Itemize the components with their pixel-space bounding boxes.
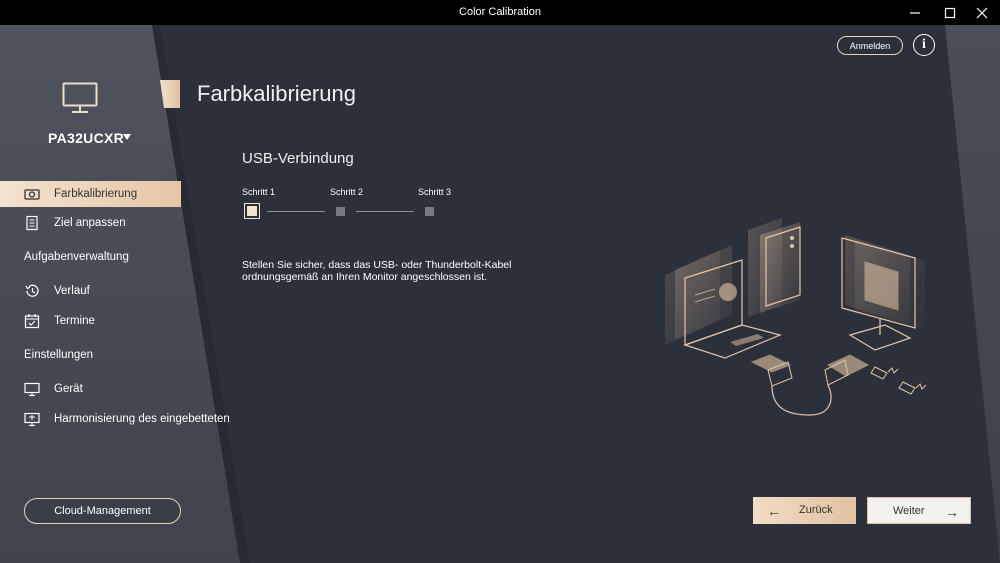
step-label-3: Schritt 3: [418, 187, 452, 197]
close-button[interactable]: [967, 0, 997, 25]
thunderbolt-connector-icon: [870, 366, 927, 395]
step-connector: [356, 211, 414, 212]
info-icon[interactable]: i: [913, 34, 935, 56]
maximize-button[interactable]: [935, 0, 965, 25]
sidebar-item-label: Ziel anpassen: [54, 217, 126, 229]
window-title: Color Calibration: [459, 6, 541, 18]
document-icon: [26, 215, 38, 231]
next-button[interactable]: Weiter →: [867, 497, 971, 524]
sidebar-item-farbkalibrierung[interactable]: Farbkalibrierung: [0, 181, 181, 207]
next-button-label: Weiter: [893, 505, 925, 517]
step-label-1: Schritt 1: [242, 187, 276, 197]
step-connector: [267, 211, 325, 212]
monitor-small-icon: [24, 382, 40, 397]
minimize-icon: [910, 11, 920, 14]
sidebar-item-ziel-anpassen[interactable]: Ziel anpassen: [0, 210, 230, 236]
section-title: USB-Verbindung: [242, 150, 354, 167]
maximize-icon: [944, 7, 956, 18]
minimize-button[interactable]: [900, 0, 930, 25]
step-indicator-2: [336, 207, 345, 216]
sidebar-item-label: Verlauf: [54, 285, 90, 297]
monitor-sync-icon: [24, 412, 40, 427]
step-indicator-1-active: [244, 203, 260, 219]
step-indicator-3: [425, 207, 434, 216]
sidebar-item-label: Gerät: [54, 383, 83, 395]
login-button[interactable]: Anmelden: [837, 36, 903, 55]
monitor-icon: [62, 82, 98, 113]
sidebar-item-verlauf[interactable]: Verlauf: [0, 278, 230, 304]
calendar-icon: [24, 314, 40, 329]
sidebar-item-termine[interactable]: Termine: [0, 308, 230, 334]
usb-plug-icon: [750, 354, 870, 387]
section-heading-settings: Einstellungen: [24, 349, 94, 361]
sidebar-item-geraet[interactable]: Gerät: [0, 376, 230, 402]
device-name[interactable]: PA32UCXR: [48, 130, 124, 146]
history-icon: [25, 284, 39, 297]
computer-tower-icon: [748, 218, 801, 317]
section-heading-tasks: Aufgabenverwaltung: [24, 251, 129, 263]
usb-connection-illustration: [665, 218, 927, 416]
arrow-left-icon: ←: [767, 503, 781, 519]
cloud-management-button[interactable]: Cloud-Management: [24, 498, 181, 524]
sidebar-item-label: Termine: [54, 315, 95, 327]
instruction-text: Stellen Sie sicher, dass das USB- oder T…: [242, 259, 512, 283]
sidebar-item-label: Harmonisierung des eingebetteten: [54, 413, 230, 425]
camera-icon: [24, 189, 40, 200]
sidebar-item-harmonisierung[interactable]: Harmonisierung des eingebetteten: [0, 406, 230, 432]
device-dropdown-icon[interactable]: [123, 134, 131, 140]
back-button[interactable]: ← Zurück: [753, 497, 856, 524]
page-title: Farbkalibrierung: [197, 81, 356, 106]
monitor-illustration-icon: [841, 235, 925, 351]
title-bar: Color Calibration: [0, 0, 1000, 25]
close-icon: [976, 7, 988, 18]
step-label-2: Schritt 2: [330, 187, 364, 197]
back-button-label: Zurück: [799, 504, 833, 516]
arrow-right-icon: →: [945, 504, 959, 520]
sidebar-item-label: Farbkalibrierung: [54, 188, 138, 200]
